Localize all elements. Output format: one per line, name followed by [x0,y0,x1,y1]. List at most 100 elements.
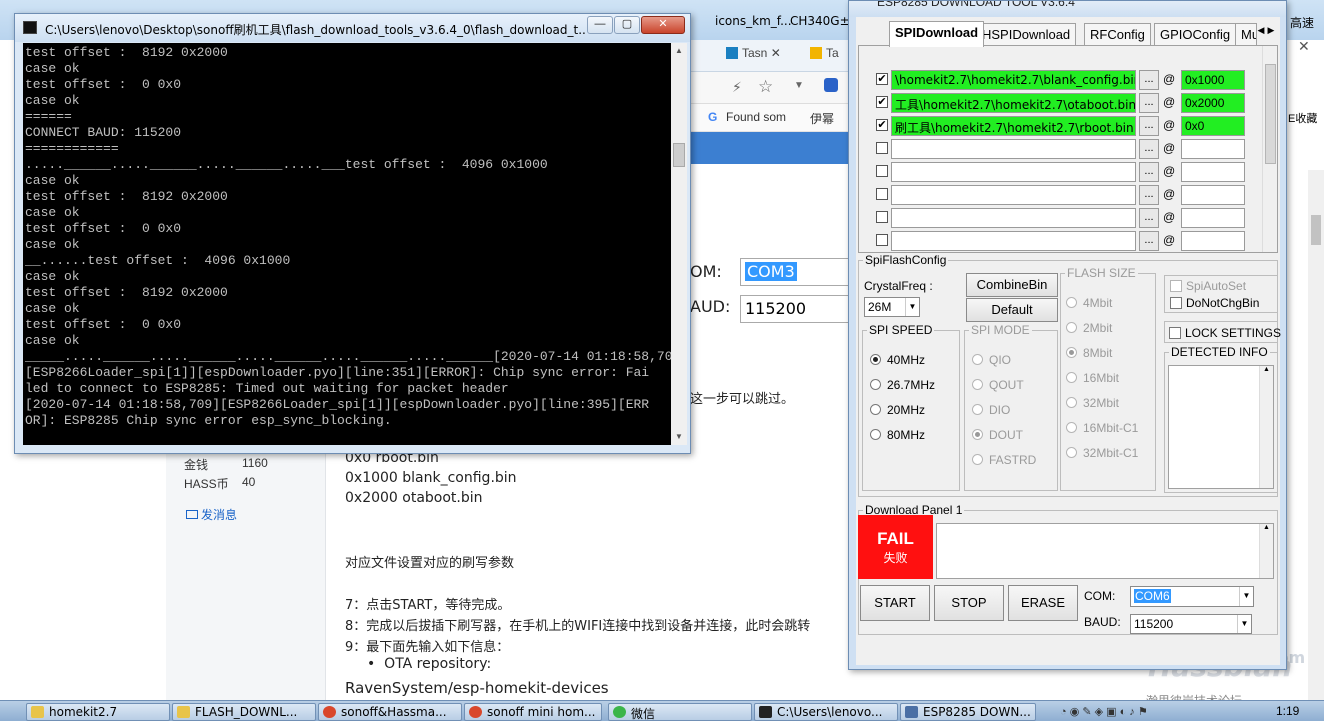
taskbar-item[interactable]: FLASH_DOWNL... [172,703,316,721]
file-path-field[interactable] [891,185,1136,205]
file-checkbox[interactable]: ✔ [876,73,888,85]
bookmark-item[interactable]: E收藏 [1288,110,1317,126]
paw-icon[interactable] [824,78,838,92]
offset-field[interactable] [1181,185,1245,205]
minimize-button[interactable]: — [587,16,613,34]
maximize-button[interactable]: ▢ [614,16,640,34]
offset-field[interactable]: 0x0 [1181,116,1245,136]
do-not-chg-bin-checkbox[interactable]: DoNotChgBin [1170,296,1259,310]
flash-size-option[interactable]: 16Mbit [1066,371,1119,385]
file-checkbox[interactable]: ✔ [876,119,888,131]
offset-field[interactable] [1181,208,1245,228]
desktop-item[interactable]: 高速 [1290,14,1314,31]
taskbar-item[interactable]: sonoff&Hassma... [318,703,462,721]
offset-field[interactable] [1181,139,1245,159]
chevron-down-icon[interactable]: ▼ [905,298,919,316]
close-icon[interactable]: ✕ [1298,38,1310,55]
download-log-box[interactable]: ▲ [936,523,1274,579]
scrollbar-thumb[interactable] [673,143,685,167]
browse-button[interactable]: ... [1139,116,1159,136]
com-select[interactable]: COM6 ▼ [1130,586,1254,607]
file-path-field[interactable] [891,208,1136,228]
spi-speed-option[interactable]: 80MHz [870,428,925,442]
start-button[interactable]: START [860,585,930,621]
erase-button[interactable]: ERASE [1008,585,1078,621]
browse-button[interactable]: ... [1139,162,1159,182]
spi-mode-option[interactable]: QIO [972,353,1011,367]
combine-bin-button[interactable]: CombineBin [966,273,1058,297]
send-message-link[interactable]: 发消息 [186,506,237,523]
taskbar-item[interactable]: C:\Users\lenovo... [754,703,898,721]
tab-more[interactable]: Mu [1235,23,1257,45]
flash-size-option[interactable]: 4Mbit [1066,296,1112,310]
spi-mode-option[interactable]: DOUT [972,428,1023,442]
browser-tab[interactable]: Ta [810,46,839,68]
lightning-icon[interactable]: ⚡ [732,79,742,96]
console-window[interactable]: C:\Users\lenovo\Desktop\sonoff刷机工具\flash… [14,13,691,454]
tab-hspidownload[interactable]: HSPIDownload [976,23,1077,45]
close-button[interactable]: ✕ [641,16,685,34]
download-tool-window[interactable]: ESP8285 DOWNLOAD TOOL V3.6.4 SPIDownload… [848,0,1287,670]
close-icon[interactable]: ✕ [771,46,781,60]
download-log-scrollbar[interactable]: ▲ [1259,524,1273,578]
desktop-item[interactable]: CH340G± [790,14,850,28]
scrollbar-thumb[interactable] [1311,215,1321,245]
chevron-down-icon[interactable]: ▼ [1237,615,1251,633]
scroll-down-icon[interactable]: ▼ [671,429,687,445]
flash-size-option[interactable]: 32Mbit-C1 [1066,446,1138,460]
star-icon[interactable]: ☆ [758,77,773,97]
detected-info-scrollbar[interactable]: ▲ [1259,366,1273,488]
browse-button[interactable]: ... [1139,139,1159,159]
crystal-freq-select[interactable]: 26M ▼ [864,297,920,317]
arrow-left-icon[interactable]: ◀ [1256,25,1266,36]
chevron-down-icon[interactable]: ▼ [794,80,804,91]
spi-mode-option[interactable]: QOUT [972,378,1024,392]
file-path-field[interactable]: 工具\homekit2.7\homekit2.7\otaboot.bin [891,93,1136,113]
file-path-field[interactable] [891,231,1136,251]
taskbar-item[interactable]: homekit2.7 [26,703,170,721]
file-list-scrollbar[interactable] [1262,46,1277,252]
file-path-field[interactable] [891,162,1136,182]
tab-rfconfig[interactable]: RFConfig [1084,23,1151,45]
offset-field[interactable]: 0x1000 [1181,70,1245,90]
detected-info-box[interactable]: ▲ [1168,365,1274,489]
file-checkbox[interactable] [876,188,888,200]
bookmark-item[interactable]: Found som [726,110,786,124]
taskbar-item[interactable]: 微信 [608,703,752,721]
spi-mode-option[interactable]: DIO [972,403,1010,417]
file-checkbox[interactable]: ✔ [876,96,888,108]
offset-field[interactable] [1181,231,1245,251]
file-checkbox[interactable] [876,234,888,246]
taskbar-item[interactable]: sonoff mini hom... [464,703,602,721]
scroll-up-icon[interactable]: ▲ [671,43,687,59]
file-checkbox[interactable] [876,211,888,223]
lock-settings-checkbox[interactable]: LOCK SETTINGS [1169,326,1281,340]
bookmark-item[interactable]: 伊幂 [810,110,834,127]
page-scrollbar[interactable] [1308,170,1324,700]
tab-spidownload[interactable]: SPIDownload [889,21,985,47]
default-button[interactable]: Default [966,298,1058,322]
flash-size-option[interactable]: 32Mbit [1066,396,1119,410]
file-path-field[interactable]: \homekit2.7\homekit2.7\blank_config.bin [891,70,1136,90]
console-output[interactable]: test offset : 8192 0x2000 case ok test o… [23,43,671,445]
browse-button[interactable]: ... [1139,70,1159,90]
tab-scroll-arrows[interactable]: ◀ ▶ [1256,25,1278,43]
stop-button[interactable]: STOP [934,585,1004,621]
arrow-right-icon[interactable]: ▶ [1266,25,1276,36]
chevron-down-icon[interactable]: ▼ [1239,587,1253,606]
spi-speed-option[interactable]: 26.7MHz [870,378,935,392]
spi-speed-option[interactable]: 40MHz [870,353,925,367]
browser-tab[interactable]: Tasn ✕ [726,46,781,68]
browse-button[interactable]: ... [1139,93,1159,113]
baud-select[interactable]: 115200 ▼ [1130,614,1252,634]
desktop-item[interactable]: icons_km_f... [715,14,792,28]
spi-speed-option[interactable]: 20MHz [870,403,925,417]
console-scrollbar[interactable]: ▲ ▼ [671,43,687,445]
console-titlebar[interactable]: C:\Users\lenovo\Desktop\sonoff刷机工具\flash… [15,14,690,42]
file-checkbox[interactable] [876,165,888,177]
flash-size-option[interactable]: 2Mbit [1066,321,1112,335]
offset-field[interactable]: 0x2000 [1181,93,1245,113]
spi-mode-option[interactable]: FASTRD [972,453,1036,467]
com-field[interactable]: COM3 [740,258,850,286]
browse-button[interactable]: ... [1139,185,1159,205]
